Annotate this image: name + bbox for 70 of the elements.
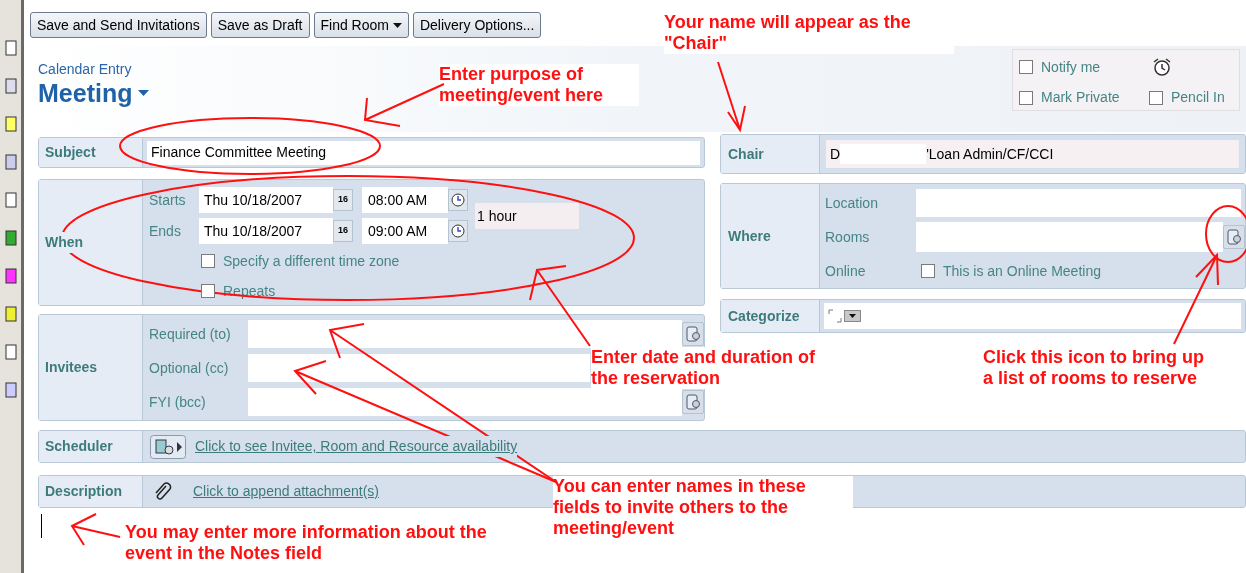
field-label: Rooms [825, 227, 871, 247]
checkbox[interactable] [1019, 60, 1033, 74]
checkbox[interactable] [1019, 90, 1033, 105]
annotation-text: Enter purpose of meeting/event here [439, 64, 639, 106]
field-label: Optional (cc) [149, 358, 230, 378]
field-label: Location [825, 193, 879, 213]
paperclip-icon[interactable] [153, 481, 173, 502]
toolbar-button[interactable]: Find Room [313, 12, 409, 38]
annotation-text: Your name will appear as the "Chair" [664, 12, 954, 54]
input-field[interactable] [248, 388, 682, 416]
time-field[interactable]: 08:00 AM [362, 187, 448, 213]
calendar-button[interactable]: 16 [333, 189, 353, 211]
checkbox-label: Specify a different time zone [223, 251, 400, 271]
field-label: Required (to) [149, 324, 232, 344]
option-label: Mark Private [1041, 88, 1120, 107]
document-icon[interactable] [4, 230, 17, 246]
date-field[interactable]: Thu 10/18/2007 [199, 187, 333, 213]
checkbox[interactable] [921, 264, 935, 278]
caret-icon [138, 90, 150, 96]
address-book-button[interactable] [682, 322, 704, 346]
time-field[interactable]: 09:00 AM [362, 218, 448, 244]
document-icon[interactable] [4, 268, 17, 284]
toolbar-button[interactable]: Delivery Options... [412, 12, 542, 38]
input-field[interactable] [916, 222, 1223, 252]
document-icon[interactable] [4, 344, 17, 360]
category-field[interactable] [824, 303, 1241, 329]
input-field[interactable] [248, 320, 682, 348]
address-book-button[interactable] [1223, 225, 1245, 249]
scheduler-icon[interactable] [150, 434, 186, 459]
checkbox-label: This is an Online Meeting [943, 261, 1101, 281]
annotation-arrow [70, 513, 121, 546]
availability-link[interactable]: Click to see Invitee, Room and Resource availability [195, 436, 518, 457]
document-icon[interactable] [4, 40, 17, 56]
annotation-arrow [717, 61, 746, 133]
resize-corner-icon [828, 309, 842, 323]
checkbox[interactable] [1149, 90, 1163, 105]
document-icon[interactable] [4, 306, 17, 322]
subject-field[interactable]: Finance Committee Meeting [147, 140, 700, 165]
chair-field[interactable]: D 'Loan Admin/CF/CCI [826, 140, 1239, 168]
entry-type-label: Calendar Entry [38, 60, 133, 78]
entry-type-menu[interactable]: Meeting [38, 78, 150, 108]
document-icon[interactable] [4, 78, 17, 94]
calendar-button[interactable]: 16 [333, 220, 353, 242]
toolbar-button[interactable]: Save and Send Invitations [30, 12, 207, 38]
document-icon[interactable] [4, 192, 17, 208]
option-label: Notify me [1041, 57, 1101, 77]
dropdown-icon[interactable] [844, 310, 861, 322]
checkbox[interactable] [201, 284, 215, 298]
document-icon[interactable] [4, 154, 17, 170]
duration-field[interactable]: 1 hour [475, 203, 579, 229]
caret-icon [392, 22, 402, 28]
checkbox[interactable] [201, 254, 215, 268]
address-book-button[interactable] [682, 390, 704, 414]
time-label: Ends [149, 221, 182, 241]
input-field[interactable] [248, 354, 590, 382]
field-label: Online [825, 261, 867, 281]
clock-button[interactable] [448, 220, 468, 242]
clock-button[interactable] [448, 189, 468, 211]
field-label: FYI (bcc) [149, 392, 207, 412]
time-label: Starts [149, 190, 187, 210]
section-label: When [45, 232, 84, 253]
toolbar-button[interactable]: Save as Draft [210, 12, 310, 38]
option-label: Pencil In [1171, 88, 1225, 107]
alarm-clock-icon[interactable] [1151, 56, 1173, 78]
attachment-link[interactable]: Click to append attachment(s) [193, 481, 379, 502]
document-icon[interactable] [4, 116, 17, 132]
input-field[interactable] [916, 189, 1241, 217]
document-icon[interactable] [4, 382, 17, 398]
annotation-text: You can enter names in these fields to invite others to the meeting/event [553, 476, 853, 539]
date-field[interactable]: Thu 10/18/2007 [199, 218, 333, 244]
